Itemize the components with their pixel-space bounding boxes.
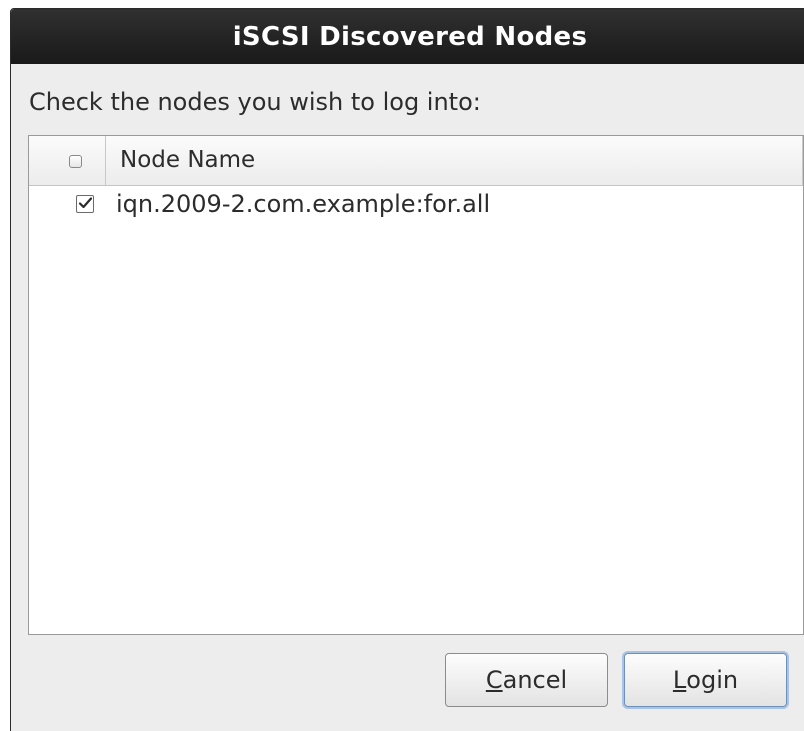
cancel-mnemonic: C <box>485 666 503 694</box>
select-all-checkbox[interactable] <box>69 155 82 168</box>
table-row[interactable]: iqn.2009-2.com.example:for.all <box>29 187 803 231</box>
node-checkbox[interactable] <box>76 195 94 213</box>
cancel-label: ancel <box>502 666 568 694</box>
dialog-titlebar[interactable]: iSCSI Discovered Nodes <box>11 9 804 64</box>
node-name: iqn.2009-2.com.example:for.all <box>116 190 491 218</box>
dialog-title: iSCSI Discovered Nodes <box>232 21 588 52</box>
node-name-column-header[interactable]: Node Name <box>106 136 803 185</box>
select-all-column-header[interactable] <box>29 136 106 185</box>
iscsi-nodes-dialog: iSCSI Discovered Nodes Check the nodes y… <box>10 8 804 731</box>
node-name-column-label: Node Name <box>120 147 256 173</box>
screen: iSCSI Discovered Nodes Check the nodes y… <box>0 0 804 731</box>
table-header: Node Name <box>29 136 803 186</box>
instruction-label: Check the nodes you wish to log into: <box>29 88 481 116</box>
checkmark-icon <box>78 197 93 209</box>
login-label: ogin <box>686 666 739 694</box>
login-button[interactable]: Login <box>624 653 787 707</box>
cancel-button[interactable]: Cancel <box>445 653 608 707</box>
nodes-table: Node Name iqn.2009-2.com.example:for.all <box>28 135 804 635</box>
login-mnemonic: L <box>672 666 687 694</box>
